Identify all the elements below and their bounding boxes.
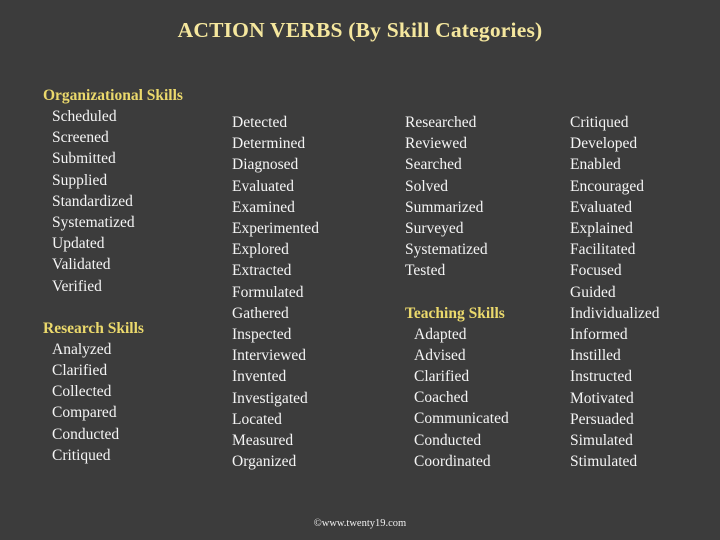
page-title: ACTION VERBS (By Skill Categories): [177, 18, 543, 42]
verb-item: Analyzed: [52, 340, 112, 358]
verb-item: Focused: [570, 262, 622, 280]
verb-column-4: Critiqued Developed Enabled Encouraged Evalu…: [570, 112, 716, 472]
verb-item: Coached: [414, 389, 469, 407]
verb-item: Informed: [570, 326, 628, 344]
verb-item: Conducted: [414, 431, 482, 449]
verb-item: Formulated: [232, 283, 304, 301]
verb-list: Detected Determined Diagnosed Evaluated Exam…: [232, 112, 404, 472]
verb-item: Systematized: [52, 214, 135, 232]
verb-item: Clarified: [414, 368, 470, 386]
verb-item: Standardized: [52, 192, 133, 210]
verb-item: Solved: [405, 177, 449, 195]
verb-item: Adapted: [414, 325, 467, 343]
verb-item: Summarized: [405, 198, 484, 216]
verb-item: Supplied: [52, 171, 108, 189]
verb-item: Facilitated: [570, 241, 636, 259]
verb-item: Organized: [232, 453, 297, 471]
verb-item: Gathered: [232, 304, 289, 322]
verb-item: Instructed: [570, 368, 632, 386]
verb-item: Coordinated: [414, 452, 491, 470]
verb-item: Invented: [232, 368, 287, 386]
verb-item: Updated: [52, 235, 105, 253]
footer-credit: ©www.twenty19.com: [313, 518, 407, 529]
verb-item: Surveyed: [405, 220, 464, 238]
verb-item: Explored: [232, 241, 289, 259]
verb-column-1: Organizational Skills Scheduled Screened Su…: [43, 85, 228, 466]
verb-item: Inspected: [232, 326, 292, 344]
verb-item: Searched: [405, 156, 462, 174]
verb-item: Advised: [414, 346, 466, 364]
verb-item: Communicated: [414, 410, 509, 428]
section-heading: Research Skills: [43, 319, 144, 337]
verb-item: Scheduled: [52, 108, 117, 125]
verb-item: Enabled: [570, 156, 621, 174]
verb-list: Adapted Advised Clarified Coached Communicat…: [405, 324, 567, 472]
verb-item: Extracted: [232, 262, 292, 280]
section-heading: Organizational Skills: [43, 87, 183, 104]
verb-item: Collected: [52, 383, 112, 401]
verb-item: Guided: [570, 283, 616, 301]
verb-column-2: Detected Determined Diagnosed Evaluated Exam…: [232, 112, 404, 472]
verb-item: Experimented: [232, 220, 319, 238]
verb-item: Investigated: [232, 389, 308, 407]
verb-item: Interviewed: [232, 347, 307, 365]
verb-item: Examined: [232, 198, 295, 216]
section-heading: Teaching Skills: [405, 304, 505, 322]
verb-item: Verified: [52, 277, 102, 295]
verb-item: Systematized: [405, 241, 488, 259]
verb-list: Scheduled Screened Submitted Supplied Standa…: [43, 106, 228, 297]
verb-item: Compared: [52, 404, 117, 422]
verb-item: Instilled: [570, 347, 621, 365]
verb-item: Screened: [52, 129, 109, 147]
verb-list: Analyzed Clarified Collected Compared Conduc…: [43, 339, 228, 466]
verb-item: Clarified: [52, 362, 108, 380]
verb-item: Evaluated: [232, 177, 294, 195]
verb-item: Critiqued: [570, 114, 629, 131]
verb-list: Researched Reviewed Searched Solved Summariz…: [405, 112, 567, 282]
verb-item: Simulated: [570, 432, 633, 450]
verb-item: Critiqued: [52, 446, 111, 464]
verb-item: Individualized: [570, 304, 660, 322]
verb-item: Diagnosed: [232, 156, 299, 174]
verb-item: Motivated: [570, 389, 634, 407]
verb-item: Persuaded: [570, 410, 634, 428]
verb-item: Researched: [405, 114, 477, 131]
verb-item: Explained: [570, 220, 633, 238]
verb-item: Developed: [570, 135, 638, 153]
verb-item: Reviewed: [405, 135, 467, 153]
verb-item: Determined: [232, 135, 306, 153]
verb-item: Stimulated: [570, 453, 638, 471]
verb-item: Encouraged: [570, 177, 645, 195]
verb-item: Measured: [232, 432, 294, 450]
verb-item: Located: [232, 410, 282, 428]
verb-column-3: Researched Reviewed Searched Solved Summariz…: [405, 112, 567, 472]
verb-list: Critiqued Developed Enabled Encouraged Evalu…: [570, 112, 716, 472]
verb-item: Evaluated: [570, 198, 632, 216]
verb-item: Submitted: [52, 150, 116, 168]
verb-item: Validated: [52, 256, 111, 274]
slide-canvas: ACTION VERBS (By Skill Categories) Organ…: [0, 0, 720, 540]
verb-item: Conducted: [52, 425, 120, 443]
verb-item: Detected: [232, 114, 288, 131]
verb-item: Tested: [405, 262, 446, 280]
